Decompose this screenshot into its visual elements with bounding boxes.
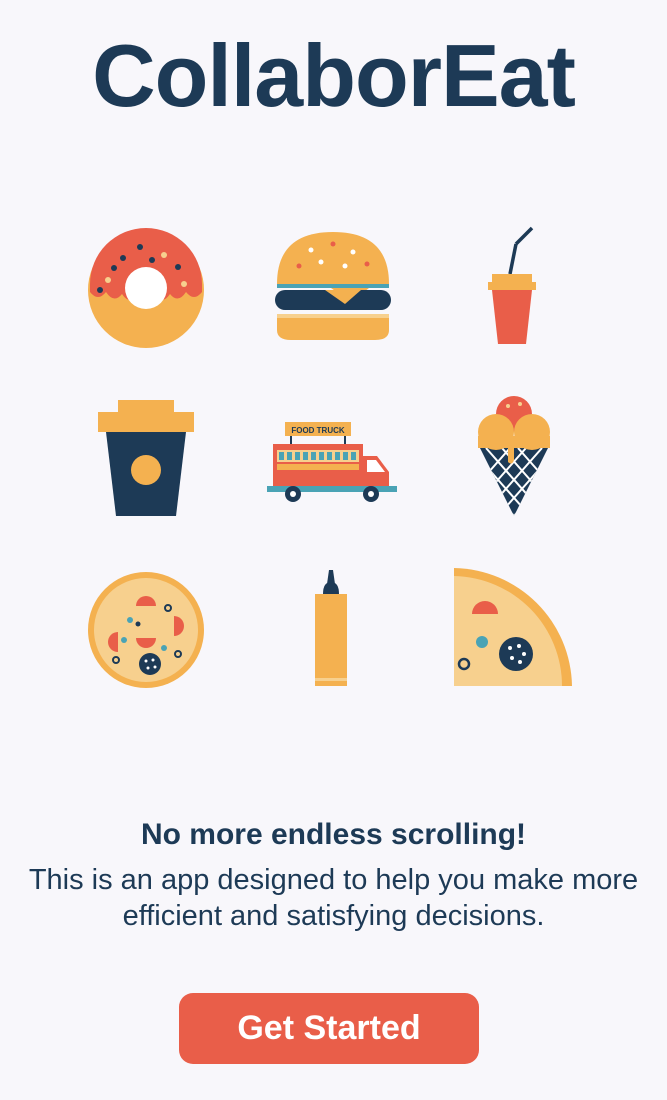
soda-cup-icon [452, 222, 588, 358]
ice-cream-cone-icon [452, 392, 588, 528]
sauce-bottle-icon [265, 562, 401, 698]
app-title: CollaborEat [92, 26, 576, 125]
food-truck-icon: FOOD TRUCK [265, 392, 401, 528]
donut-icon [78, 222, 214, 358]
intro-description: This is an app designed to help you make… [28, 864, 639, 932]
pizza-icon [78, 562, 214, 698]
pizza-slice-icon [452, 562, 588, 698]
get-started-button[interactable]: Get Started [179, 993, 479, 1064]
food-illustration-grid: FOOD TRUCK [78, 222, 588, 692]
food-truck-sign: FOOD TRUCK [291, 426, 345, 435]
burger-icon [265, 222, 401, 358]
coffee-cup-icon [78, 392, 214, 528]
intro-headline: No more endless scrolling! [140, 818, 527, 851]
